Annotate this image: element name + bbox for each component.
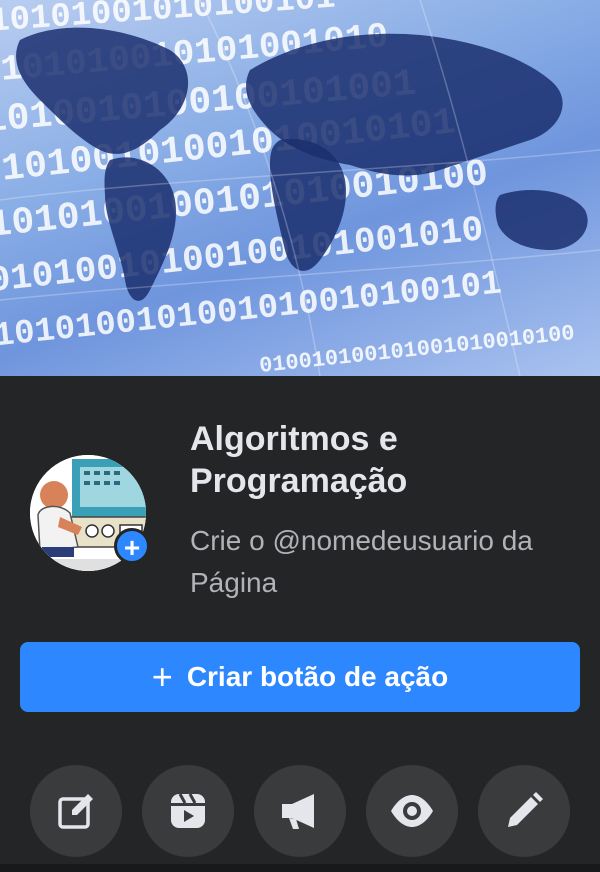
add-profile-photo-button[interactable]: + bbox=[114, 528, 150, 564]
megaphone-icon bbox=[282, 794, 314, 829]
view-as-visitor-button[interactable] bbox=[366, 765, 458, 857]
cover-world-binary-image: 10101001010100101 0101010010101001010 10… bbox=[0, 0, 600, 376]
plus-icon: + bbox=[151, 656, 173, 697]
edit-page-button[interactable] bbox=[478, 765, 570, 857]
eye-icon bbox=[391, 795, 433, 827]
page-tools-row bbox=[0, 765, 600, 857]
cover-photo[interactable]: 10101001010100101 0101010010101001010 10… bbox=[0, 0, 600, 376]
promote-button[interactable] bbox=[254, 765, 346, 857]
reels-icon bbox=[171, 793, 205, 828]
create-username-link[interactable]: Crie o @nomedeusuario da Página bbox=[190, 520, 570, 604]
reels-button[interactable] bbox=[142, 765, 234, 857]
page-header: + Algoritmos e Programação Crie o @nomed… bbox=[0, 376, 600, 872]
cover-binary-text: 010010100101001010010100 bbox=[258, 321, 576, 376]
pencil-icon bbox=[508, 792, 543, 827]
edit-post-button[interactable] bbox=[30, 765, 122, 857]
page-title: Algoritmos e Programação bbox=[190, 420, 408, 500]
create-action-button-label: Criar botão de ação bbox=[186, 661, 449, 692]
edit-square-icon bbox=[58, 794, 93, 829]
bottom-divider bbox=[0, 864, 600, 872]
create-action-button[interactable]: + Criar botão de ação bbox=[20, 642, 580, 712]
